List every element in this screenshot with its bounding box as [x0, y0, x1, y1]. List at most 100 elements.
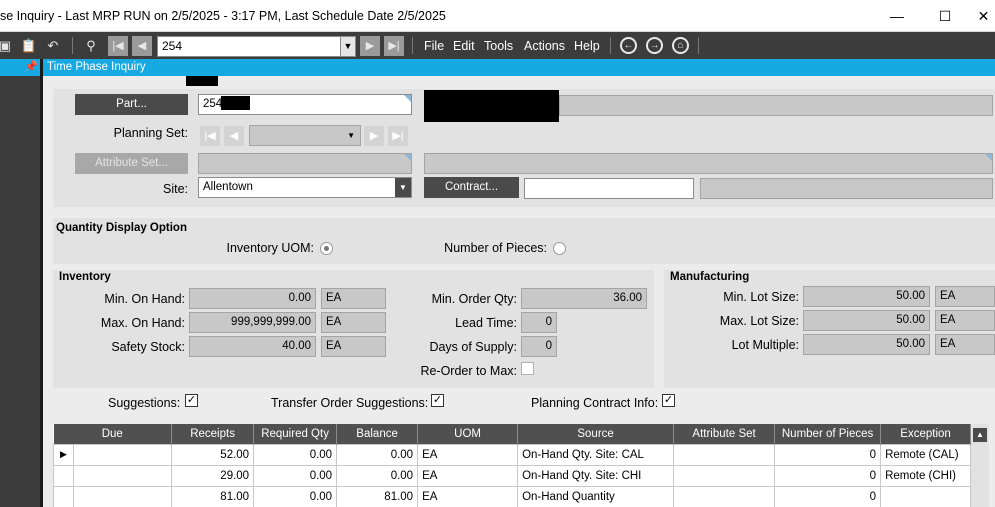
site-value: Allentown — [203, 181, 253, 193]
chevron-down-icon[interactable]: ▼ — [395, 178, 411, 197]
inventory-heading: Inventory — [59, 271, 111, 283]
column-header-exception[interactable]: Exception — [880, 424, 971, 444]
scroll-up-icon[interactable]: ▲ — [973, 428, 987, 442]
reorder-to-max-checkbox[interactable] — [521, 362, 534, 375]
next-record-icon[interactable]: ▶ — [360, 36, 380, 56]
cell-balance[interactable]: 0.00 — [336, 464, 419, 487]
table-row[interactable]: ▶ 52.00 0.00 0.00 EA On-Hand Qty. Site: … — [53, 443, 971, 466]
cell-source[interactable]: On-Hand Quantity — [517, 485, 675, 507]
table-row[interactable]: 81.00 0.00 81.00 EA On-Hand Quantity 0 — [53, 485, 971, 507]
row-selector[interactable] — [53, 485, 74, 507]
maximize-button[interactable]: ☐ — [930, 4, 960, 28]
safety-stock-uom: EA — [321, 336, 386, 357]
grid-header-row: Due Receipts Required Qty Balance UOM So… — [53, 424, 971, 444]
cell-attribute-set[interactable] — [673, 485, 776, 507]
binoculars-icon[interactable]: ⚲ — [82, 36, 100, 55]
suggestions-checkbox[interactable]: ✓ — [185, 394, 198, 407]
cell-number-of-pieces[interactable]: 0 — [774, 485, 882, 507]
planning-contract-info-label: Planning Contract Info: — [531, 396, 659, 410]
column-header-required-qty[interactable]: Required Qty — [253, 424, 338, 444]
time-phase-grid: Due Receipts Required Qty Balance UOM So… — [53, 424, 971, 507]
cell-due[interactable] — [72, 464, 173, 487]
save-icon[interactable]: ▣ — [0, 36, 14, 55]
cell-required-qty[interactable]: 0.00 — [253, 443, 338, 466]
cell-attribute-set[interactable] — [673, 464, 776, 487]
cell-number-of-pieces[interactable]: 0 — [774, 464, 882, 487]
cell-exception[interactable] — [880, 485, 971, 507]
planning-set-select[interactable]: ▼ — [249, 125, 361, 146]
cell-balance[interactable]: 0.00 — [336, 443, 419, 466]
pin-icon[interactable]: 📌 — [24, 60, 38, 73]
grid-vertical-scrollbar[interactable]: ▲ — [971, 424, 989, 507]
cell-required-qty[interactable]: 0.00 — [253, 485, 338, 507]
back-icon[interactable]: ← — [620, 37, 637, 54]
attribute-set-button[interactable]: Attribute Set... — [75, 153, 188, 174]
field-corner-marker — [404, 154, 411, 161]
inventory-uom-label: Inventory UOM: — [226, 241, 314, 255]
home-icon[interactable]: ⌂ — [672, 37, 689, 54]
cell-source[interactable]: On-Hand Qty. Site: CAL — [517, 443, 675, 466]
min-on-hand-field: 0.00 — [189, 288, 316, 309]
close-button[interactable]: ✕ — [972, 4, 995, 28]
lead-time-field: 0 — [521, 312, 557, 333]
row-selector-icon[interactable]: ▶ — [53, 443, 74, 466]
cell-exception[interactable]: Remote (CHI) — [880, 464, 971, 487]
max-lot-size-label: Max. Lot Size: — [719, 314, 799, 328]
inventory-uom-radio[interactable] — [320, 242, 333, 255]
panel-splitter[interactable] — [40, 59, 43, 507]
cell-due[interactable] — [72, 485, 173, 507]
cell-due[interactable] — [72, 443, 173, 466]
row-selector[interactable] — [53, 464, 74, 487]
max-lot-size-field: 50.00 — [803, 310, 930, 331]
contract-field[interactable] — [524, 178, 694, 199]
cell-uom[interactable]: EA — [417, 485, 519, 507]
menu-edit[interactable]: Edit — [453, 39, 475, 53]
cell-uom[interactable]: EA — [417, 443, 519, 466]
cell-receipts[interactable]: 52.00 — [171, 443, 255, 466]
record-dropdown-icon[interactable]: ▼ — [340, 36, 356, 57]
previous-record-icon[interactable]: ◀ — [132, 36, 152, 56]
undo-icon[interactable]: ↶ — [44, 36, 62, 55]
cell-source[interactable]: On-Hand Qty. Site: CHI — [517, 464, 675, 487]
table-row[interactable]: 29.00 0.00 0.00 EA On-Hand Qty. Site: CH… — [53, 464, 971, 487]
cell-receipts[interactable]: 29.00 — [171, 464, 255, 487]
safety-stock-label: Safety Stock: — [111, 340, 185, 354]
cell-number-of-pieces[interactable]: 0 — [774, 443, 882, 466]
cell-required-qty[interactable]: 0.00 — [253, 464, 338, 487]
number-of-pieces-radio[interactable] — [553, 242, 566, 255]
first-record-icon[interactable]: |◀ — [108, 36, 128, 56]
column-header-uom[interactable]: UOM — [417, 424, 519, 444]
part-button[interactable]: Part... — [75, 94, 188, 115]
contract-button[interactable]: Contract... — [424, 177, 519, 198]
column-header-receipts[interactable]: Receipts — [171, 424, 255, 444]
transfer-order-suggestions-label: Transfer Order Suggestions: — [271, 396, 429, 410]
planning-last-icon: ▶| — [388, 126, 408, 146]
menu-help[interactable]: Help — [574, 39, 600, 53]
toolbar-separator — [412, 37, 413, 54]
transfer-order-suggestions-checkbox[interactable]: ✓ — [431, 394, 444, 407]
chevron-down-icon: ▼ — [347, 131, 355, 140]
cell-exception[interactable]: Remote (CAL) — [880, 443, 971, 466]
max-on-hand-field: 999,999,999.00 — [189, 312, 316, 333]
cell-attribute-set[interactable] — [673, 443, 776, 466]
column-header-due[interactable]: Due — [53, 424, 173, 444]
menu-file[interactable]: File — [424, 39, 444, 53]
menu-tools[interactable]: Tools — [484, 39, 513, 53]
column-header-source[interactable]: Source — [517, 424, 675, 444]
column-header-balance[interactable]: Balance — [336, 424, 419, 444]
minimize-button[interactable]: — — [882, 4, 912, 28]
cell-balance[interactable]: 81.00 — [336, 485, 419, 507]
column-header-attribute-set[interactable]: Attribute Set — [673, 424, 776, 444]
forward-icon[interactable]: → — [646, 37, 663, 54]
site-select[interactable]: Allentown ▼ — [198, 177, 412, 198]
column-header-number-of-pieces[interactable]: Number of Pieces — [774, 424, 882, 444]
cell-receipts[interactable]: 81.00 — [171, 485, 255, 507]
record-search-input[interactable]: 254 — [157, 36, 341, 57]
max-lot-size-uom: EA — [935, 310, 995, 331]
cell-uom[interactable]: EA — [417, 464, 519, 487]
clipboard-icon[interactable]: 📋 — [20, 36, 38, 55]
planning-contract-info-checkbox[interactable]: ✓ — [662, 394, 675, 407]
menu-actions[interactable]: Actions — [524, 39, 565, 53]
navigator-header: 📌 — [0, 59, 40, 76]
last-record-icon[interactable]: ▶| — [384, 36, 404, 56]
